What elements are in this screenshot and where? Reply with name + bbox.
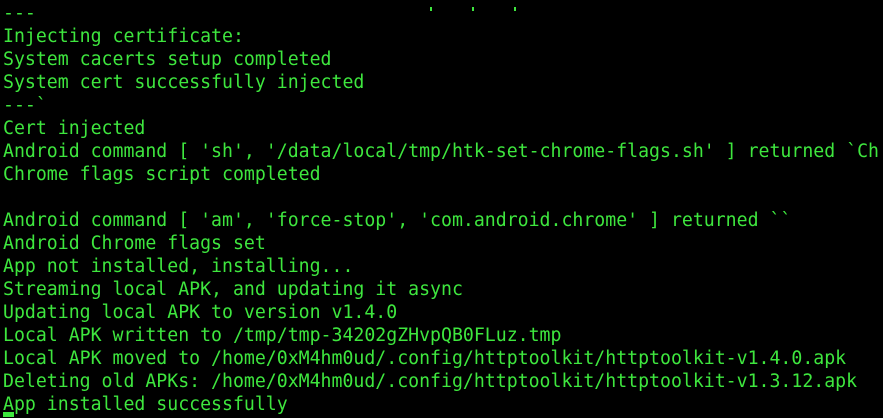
- terminal-line: System cert successfully injected: [3, 72, 365, 93]
- terminal-line: ---: [3, 3, 36, 24]
- terminal-line: Local APK written to /tmp/tmp-34202gZHvp…: [3, 325, 562, 346]
- terminal-line: Streaming local APK, and updating it asy…: [3, 279, 463, 300]
- terminal-line: Updating local APK to version v1.4.0: [3, 302, 398, 323]
- terminal-line: Chrome flags script completed: [3, 164, 321, 185]
- terminal-window[interactable]: --- Injecting certificate: System cacert…: [0, 0, 883, 418]
- terminal-line: Deleting old APKs: /home/0xM4hm0ud/.conf…: [3, 371, 858, 392]
- terminal-line: Android command [ 'sh', '/data/local/tmp…: [3, 141, 879, 162]
- terminal-line: Local APK moved to /home/0xM4hm0ud/.conf…: [3, 348, 847, 369]
- terminal-line: Cert injected: [3, 118, 146, 139]
- terminal-cursor: [3, 412, 14, 417]
- terminal-line: Injecting certificate:: [3, 26, 244, 47]
- terminal-line: System cacerts setup completed: [3, 49, 332, 70]
- terminal-line: App installed successfully: [3, 394, 288, 415]
- terminal-line: Android command [ 'am', 'force-stop', 'c…: [3, 210, 792, 231]
- terminal-line: ---`: [3, 95, 47, 116]
- terminal-line: Android Chrome flags set: [3, 233, 266, 254]
- terminal-line: App not installed, installing...: [3, 256, 354, 277]
